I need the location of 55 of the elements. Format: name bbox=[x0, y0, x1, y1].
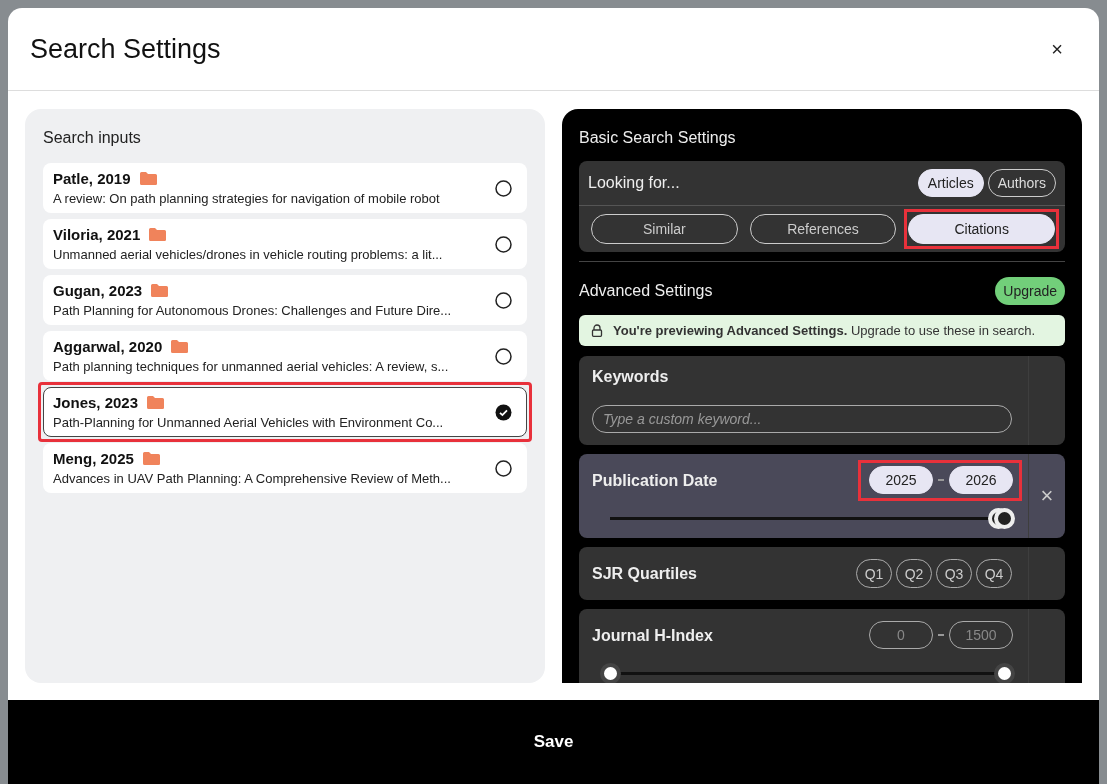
item-author: Jones, 2023 bbox=[53, 394, 139, 411]
section-heading: Basic Search Settings bbox=[579, 129, 737, 147]
keyword-field[interactable]: Type a custom keyword... bbox=[592, 405, 1012, 433]
item-author: Patle, 2019 bbox=[53, 170, 131, 187]
section-heading: Advanced Settings bbox=[579, 282, 713, 300]
item-title: Path Planning for Autonomous Drones: Challenges and Future Dire... bbox=[53, 303, 452, 318]
folder-icon bbox=[141, 451, 161, 466]
item-title: A review: On path planning strategies for navigation of mobile robot bbox=[53, 191, 440, 206]
looking-for-label: Looking for... bbox=[588, 174, 680, 192]
radio-circle-icon[interactable] bbox=[495, 347, 512, 365]
search-input-item[interactable]: Patle, 2019 A review: On path planning strategies for navigation of mobile robot bbox=[43, 163, 527, 213]
item-title: Path-Planning for Unmanned Aerial Vehicles with Environment Co... bbox=[53, 415, 444, 430]
save-button[interactable]: Save bbox=[8, 700, 1099, 784]
range-to-field[interactable]: 2026 bbox=[949, 466, 1013, 494]
search-input-item[interactable]: Gugan, 2023 Path Planning for Autonomous Drones: Challenges and Future Dire... bbox=[43, 275, 527, 325]
search-input-item[interactable]: Viloria, 2021 Unmanned aerial vehicles/drones in vehicle routing problems: a lit... bbox=[43, 219, 527, 269]
search-input-item[interactable]: Jones, 2023 Path-Planning for Unmanned Aerial Vehicles with Environment Co... bbox=[43, 387, 527, 437]
radio-circle-icon[interactable] bbox=[495, 291, 512, 309]
search-input-item[interactable]: Meng, 2025 Advances in UAV Path Planning: A Comprehensive Review of Meth... bbox=[43, 443, 527, 493]
filter-label: SJR Quartiles bbox=[592, 564, 697, 583]
notice-text: You're previewing Advanced Settings. Upgrade to use these in search. bbox=[613, 323, 1036, 338]
folder-icon bbox=[146, 395, 166, 410]
dialog-title: Search Settings bbox=[30, 33, 221, 65]
panel-heading: Search inputs bbox=[43, 129, 142, 147]
filter-label: Journal H-Index bbox=[592, 626, 713, 645]
remove-button[interactable]: × bbox=[1040, 483, 1054, 509]
folder-icon bbox=[148, 227, 168, 242]
item-author: Meng, 2025 bbox=[53, 450, 134, 467]
item-title: Path planning techniques for unmanned aerial vehicles: A review, s... bbox=[53, 359, 449, 374]
folder-icon bbox=[138, 171, 158, 186]
mode-toggle[interactable]: Citations bbox=[908, 214, 1055, 244]
range-from-field[interactable]: 2025 bbox=[869, 466, 933, 494]
item-title: Advances in UAV Path Planning: A Comprehensive Review of Meth... bbox=[53, 471, 451, 486]
item-author: Viloria, 2021 bbox=[53, 226, 141, 243]
target-toggle[interactable]: Articles bbox=[917, 169, 984, 197]
upgrade-button[interactable]: Upgrade bbox=[995, 277, 1065, 305]
filter-label: Publication Date bbox=[592, 471, 718, 490]
radio-circle-icon[interactable] bbox=[495, 235, 512, 253]
range-from-field[interactable]: 0 bbox=[869, 621, 933, 649]
lock-icon bbox=[591, 324, 603, 337]
item-author: Gugan, 2023 bbox=[53, 282, 143, 299]
radio-circle-icon[interactable] bbox=[495, 459, 512, 477]
item-author: Aggarwal, 2020 bbox=[53, 338, 163, 355]
range-slider[interactable] bbox=[600, 663, 1014, 683]
range-to-field[interactable]: 1500 bbox=[949, 621, 1013, 649]
close-button[interactable]: × bbox=[1047, 37, 1067, 61]
item-title: Unmanned aerial vehicles/drones in vehicle routing problems: a lit... bbox=[53, 247, 443, 262]
slider-thumb[interactable] bbox=[994, 663, 1015, 683]
folder-icon bbox=[150, 283, 170, 298]
radio-circle-icon[interactable] bbox=[495, 179, 512, 197]
folder-icon bbox=[170, 339, 190, 354]
search-input-item[interactable]: Aggarwal, 2020 Path planning techniques for unmanned aerial vehicles: A review, s... bbox=[43, 331, 527, 381]
filter-label: Keywords bbox=[592, 368, 670, 386]
slider-thumb[interactable] bbox=[600, 663, 621, 683]
check-circle-icon[interactable] bbox=[495, 403, 512, 421]
